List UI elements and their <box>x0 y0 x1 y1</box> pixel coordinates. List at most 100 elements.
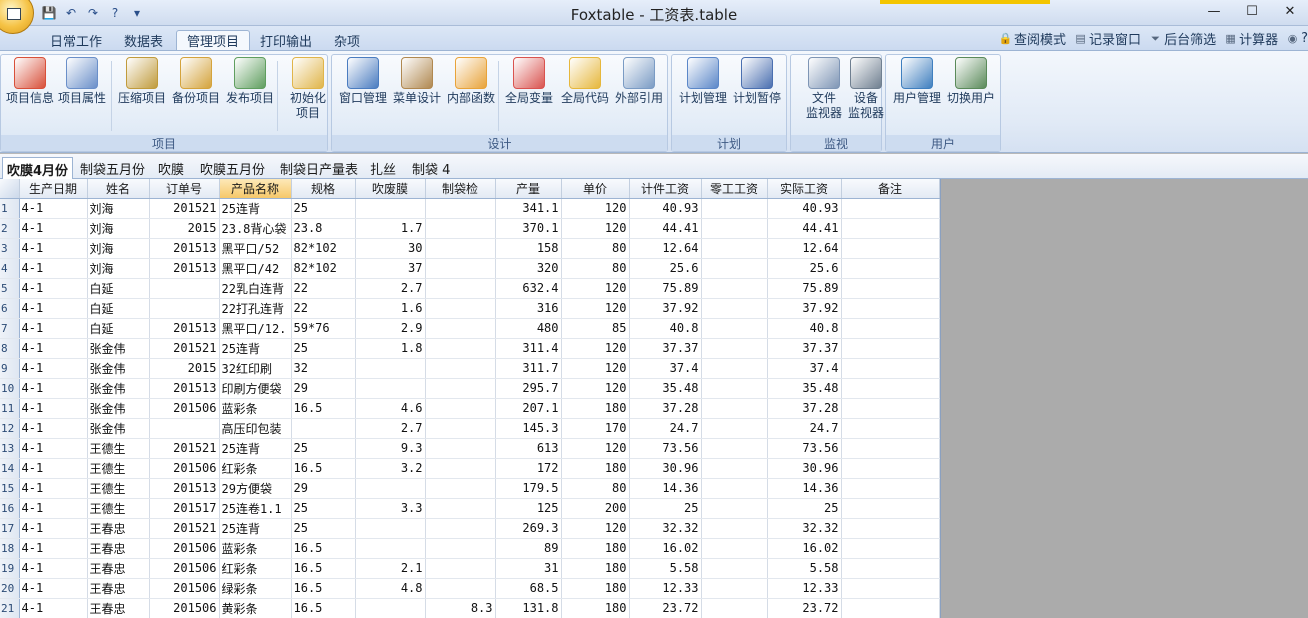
grid-cell[interactable]: 刘海 <box>87 218 150 239</box>
grid-cell[interactable]: 316 <box>495 298 562 319</box>
switch-user-button[interactable]: 切换用户 <box>944 57 998 106</box>
grid-cell[interactable]: 2.1 <box>355 558 426 579</box>
sheet-tab-6[interactable]: 制袋 4 <box>408 157 454 180</box>
grid-cell[interactable]: 25连背 <box>219 198 292 219</box>
schedule-manage-button[interactable]: 计划管理 <box>676 57 730 106</box>
grid-cell[interactable] <box>701 558 768 579</box>
grid-cell[interactable] <box>841 498 940 519</box>
sheet-tab-2[interactable]: 吹膜 <box>154 157 188 180</box>
grid-cell[interactable] <box>841 398 940 419</box>
grid-cell[interactable]: 25连背 <box>219 438 292 459</box>
column-header[interactable]: 订单号 <box>149 179 220 199</box>
grid-cell[interactable]: 120 <box>561 218 630 239</box>
grid-cell[interactable]: 8.3 <box>425 598 496 618</box>
grid-cell[interactable] <box>701 318 768 339</box>
grid-cell[interactable]: 201521 <box>149 198 220 219</box>
table-row[interactable]: 7 4-1 白延 201513 黑平口/12. 59*76 2.9 480 85 40.8 40.8 <box>0 318 940 339</box>
column-header[interactable]: 规格 <box>291 179 356 199</box>
grid-cell[interactable] <box>149 418 220 439</box>
grid-cell[interactable]: 25.6 <box>629 258 702 279</box>
grid-cell[interactable] <box>701 238 768 259</box>
column-header[interactable]: 制袋检 <box>425 179 496 199</box>
grid-cell[interactable]: 89 <box>495 538 562 559</box>
grid-cell[interactable] <box>425 558 496 579</box>
column-header[interactable]: 姓名 <box>87 179 150 199</box>
grid-cell[interactable] <box>355 378 426 399</box>
grid-cell[interactable]: 85 <box>561 318 630 339</box>
grid-cell[interactable] <box>841 298 940 319</box>
grid-cell[interactable]: 22 <box>291 278 356 299</box>
grid-cell[interactable]: 158 <box>495 238 562 259</box>
grid-cell[interactable]: 9.3 <box>355 438 426 459</box>
grid-cell[interactable] <box>841 218 940 239</box>
table-row[interactable]: 13 4-1 王德生 201521 25连背 25 9.3 613 120 73.56 73.56 <box>0 438 940 459</box>
internal-function-button[interactable]: 内部函数 <box>444 57 498 106</box>
grid-cell[interactable] <box>841 238 940 259</box>
grid-cell[interactable]: 82*102 <box>291 258 356 279</box>
grid-cell[interactable]: 73.56 <box>629 438 702 459</box>
grid-cell[interactable]: 68.5 <box>495 578 562 599</box>
grid-cell[interactable]: 3.3 <box>355 498 426 519</box>
grid-cell[interactable] <box>425 538 496 559</box>
grid-cell[interactable]: 绿彩条 <box>219 578 292 599</box>
grid-cell[interactable] <box>291 418 356 439</box>
grid-cell[interactable]: 131.8 <box>495 598 562 618</box>
right-menu-item-1[interactable]: ▤ 记录窗口 <box>1074 29 1141 48</box>
grid-cell[interactable] <box>425 218 496 239</box>
grid-cell[interactable]: 白延 <box>87 318 150 339</box>
grid-cell[interactable] <box>355 198 426 219</box>
table-row[interactable]: 10 4-1 张金伟 201513 印刷方便袋 29 295.7 120 35.48 35.48 <box>0 378 940 399</box>
grid-cell[interactable]: 170 <box>561 418 630 439</box>
grid-cell[interactable]: 37.37 <box>767 338 842 359</box>
global-code-button[interactable]: 全局代码 <box>558 57 612 106</box>
grid-cell[interactable]: 200 <box>561 498 630 519</box>
grid-cell[interactable]: 刘海 <box>87 198 150 219</box>
grid-cell[interactable] <box>841 458 940 479</box>
close-button[interactable]: ✕ <box>1280 2 1300 20</box>
grid-cell[interactable]: 201506 <box>149 558 220 579</box>
grid-cell[interactable]: 4-1 <box>19 258 88 279</box>
grid-cell[interactable]: 35.48 <box>629 378 702 399</box>
grid-cell[interactable]: 王德生 <box>87 478 150 499</box>
grid-cell[interactable]: 5.58 <box>767 558 842 579</box>
grid-cell[interactable] <box>841 338 940 359</box>
grid-cell[interactable] <box>425 358 496 379</box>
grid-cell[interactable] <box>425 298 496 319</box>
grid-cell[interactable] <box>841 478 940 499</box>
grid-cell[interactable]: 40.93 <box>629 198 702 219</box>
grid-cell[interactable]: 32.32 <box>767 518 842 539</box>
table-row[interactable]: 8 4-1 张金伟 201521 25连背 25 1.8 311.4 120 37.37 37.37 <box>0 338 940 359</box>
column-header[interactable]: 实际工资 <box>767 179 842 199</box>
grid-cell[interactable]: 44.41 <box>767 218 842 239</box>
grid-cell[interactable]: 25 <box>291 518 356 539</box>
grid-cell[interactable]: 22乳白连背 <box>219 278 292 299</box>
grid-cell[interactable]: 370.1 <box>495 218 562 239</box>
grid-cell[interactable]: 82*102 <box>291 238 356 259</box>
sheet-tab-5[interactable]: 扎丝 <box>366 157 400 180</box>
grid-cell[interactable]: 201506 <box>149 458 220 479</box>
grid-cell[interactable] <box>841 438 940 459</box>
grid-cell[interactable]: 4-1 <box>19 558 88 579</box>
grid-cell[interactable] <box>425 478 496 499</box>
grid-cell[interactable]: 16.5 <box>291 598 356 618</box>
grid-cell[interactable]: 44.41 <box>629 218 702 239</box>
grid-cell[interactable]: 蓝彩条 <box>219 398 292 419</box>
publish-project-button[interactable]: 发布项目 <box>223 57 277 106</box>
table-row[interactable]: 21 4-1 王春忠 201506 黄彩条 16.5 8.3 131.8 180 23.72 23.… <box>0 598 940 618</box>
grid-cell[interactable]: 201513 <box>149 478 220 499</box>
table-row[interactable]: 12 4-1 张金伟 高压印包装 2.7 145.3 170 24.7 24.7 <box>0 418 940 439</box>
grid-cell[interactable] <box>149 298 220 319</box>
grid-cell[interactable]: 王德生 <box>87 498 150 519</box>
grid-cell[interactable]: 37.92 <box>629 298 702 319</box>
grid-cell[interactable]: 201513 <box>149 378 220 399</box>
grid-cell[interactable]: 201506 <box>149 538 220 559</box>
grid-cell[interactable] <box>841 538 940 559</box>
menu-design-button[interactable]: 菜单设计 <box>390 57 444 106</box>
grid-cell[interactable]: 王德生 <box>87 458 150 479</box>
table-row[interactable]: 16 4-1 王德生 201517 25连卷1.1 25 3.3 125 200 25 25 <box>0 498 940 519</box>
grid-cell[interactable]: 180 <box>561 558 630 579</box>
grid-cell[interactable]: 632.4 <box>495 278 562 299</box>
tab-4[interactable]: 杂项 <box>324 30 370 50</box>
global-variable-button[interactable]: 全局变量 <box>502 57 556 106</box>
grid-cell[interactable]: 179.5 <box>495 478 562 499</box>
